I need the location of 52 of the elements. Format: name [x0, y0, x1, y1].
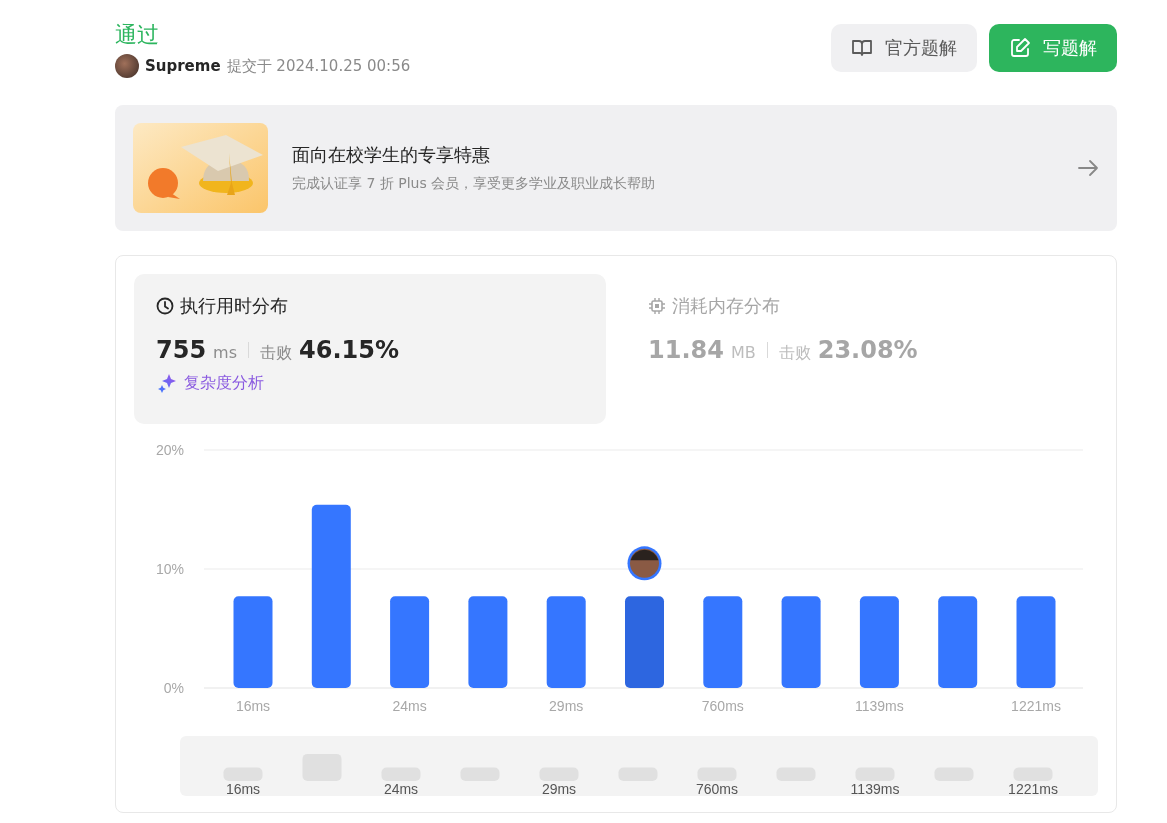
sparkle-icon: [156, 372, 178, 394]
chart-bar[interactable]: [233, 596, 273, 688]
overview-label: 1139ms: [850, 781, 900, 796]
x-tick-label: 29ms: [549, 698, 584, 714]
book-icon: [851, 38, 873, 58]
y-tick-label: 20%: [155, 442, 184, 458]
chart-bar[interactable]: [1016, 596, 1056, 688]
y-tick-label: 0%: [163, 680, 184, 696]
chart-bar[interactable]: [938, 596, 978, 688]
chart-bar[interactable]: [311, 504, 351, 688]
overview-label: 24ms: [383, 781, 419, 796]
promo-subtitle: 完成认证享 7 折 Plus 会员，享受更多学业及职业成长帮助: [292, 175, 657, 193]
stat-unit: ms: [213, 343, 238, 362]
user-avatar-marker: [627, 546, 662, 581]
x-tick-label: 16ms: [235, 698, 271, 714]
chart-bar[interactable]: [859, 596, 899, 688]
stat-unit: MB: [730, 343, 756, 362]
beat-label: 击败: [778, 343, 811, 364]
beat-label: 击败: [260, 343, 293, 364]
official-solution-button[interactable]: 官方题解: [831, 24, 977, 72]
user-name[interactable]: Supreme: [145, 57, 221, 75]
overview-label: 29ms: [541, 781, 577, 796]
stat-title: 执行用时分布: [180, 294, 288, 318]
x-tick-label: 760ms: [701, 698, 744, 714]
submit-time: 提交于 2024.10.25 00:56: [226, 56, 411, 76]
edit-icon: [1009, 37, 1031, 59]
chip-icon: [648, 297, 666, 315]
chart-bar[interactable]: [390, 596, 430, 688]
x-tick-label: 1139ms: [855, 698, 904, 714]
chart-bar[interactable]: [703, 596, 743, 688]
arrow-right-icon: [1077, 159, 1099, 177]
complexity-analysis-link[interactable]: 复杂度分析: [184, 372, 264, 394]
x-tick-label: 24ms: [392, 698, 427, 714]
promo-banner[interactable]: 面向在校学生的专享特惠 完成认证享 7 折 Plus 会员，享受更多学业及职业成长帮助: [115, 105, 1117, 231]
chart-bar[interactable]: [546, 596, 586, 688]
chart-bar[interactable]: [781, 596, 821, 688]
stat-value: 755: [156, 336, 207, 364]
promo-title: 面向在校学生的专享特惠: [292, 143, 491, 167]
clock-icon: [156, 297, 174, 315]
stat-title: 消耗内存分布: [672, 294, 780, 318]
user-avatar[interactable]: [115, 54, 139, 78]
stat-value: 11.84: [648, 336, 724, 364]
status-text: 通过: [115, 21, 160, 49]
chart-bar[interactable]: [468, 596, 508, 688]
overview-label: 1221ms: [1008, 781, 1058, 796]
x-tick-label: 1221ms: [1011, 698, 1061, 714]
beat-percent: 46.15%: [299, 336, 399, 364]
overview-label: 16ms: [225, 781, 261, 796]
beat-percent: 23.08%: [817, 336, 918, 364]
stat-tab[interactable]: 执行用时分布 755 ms 击败 46.15% 复杂度分析: [134, 274, 606, 424]
overview-label: 760ms: [696, 781, 738, 796]
y-tick-label: 10%: [155, 561, 184, 577]
